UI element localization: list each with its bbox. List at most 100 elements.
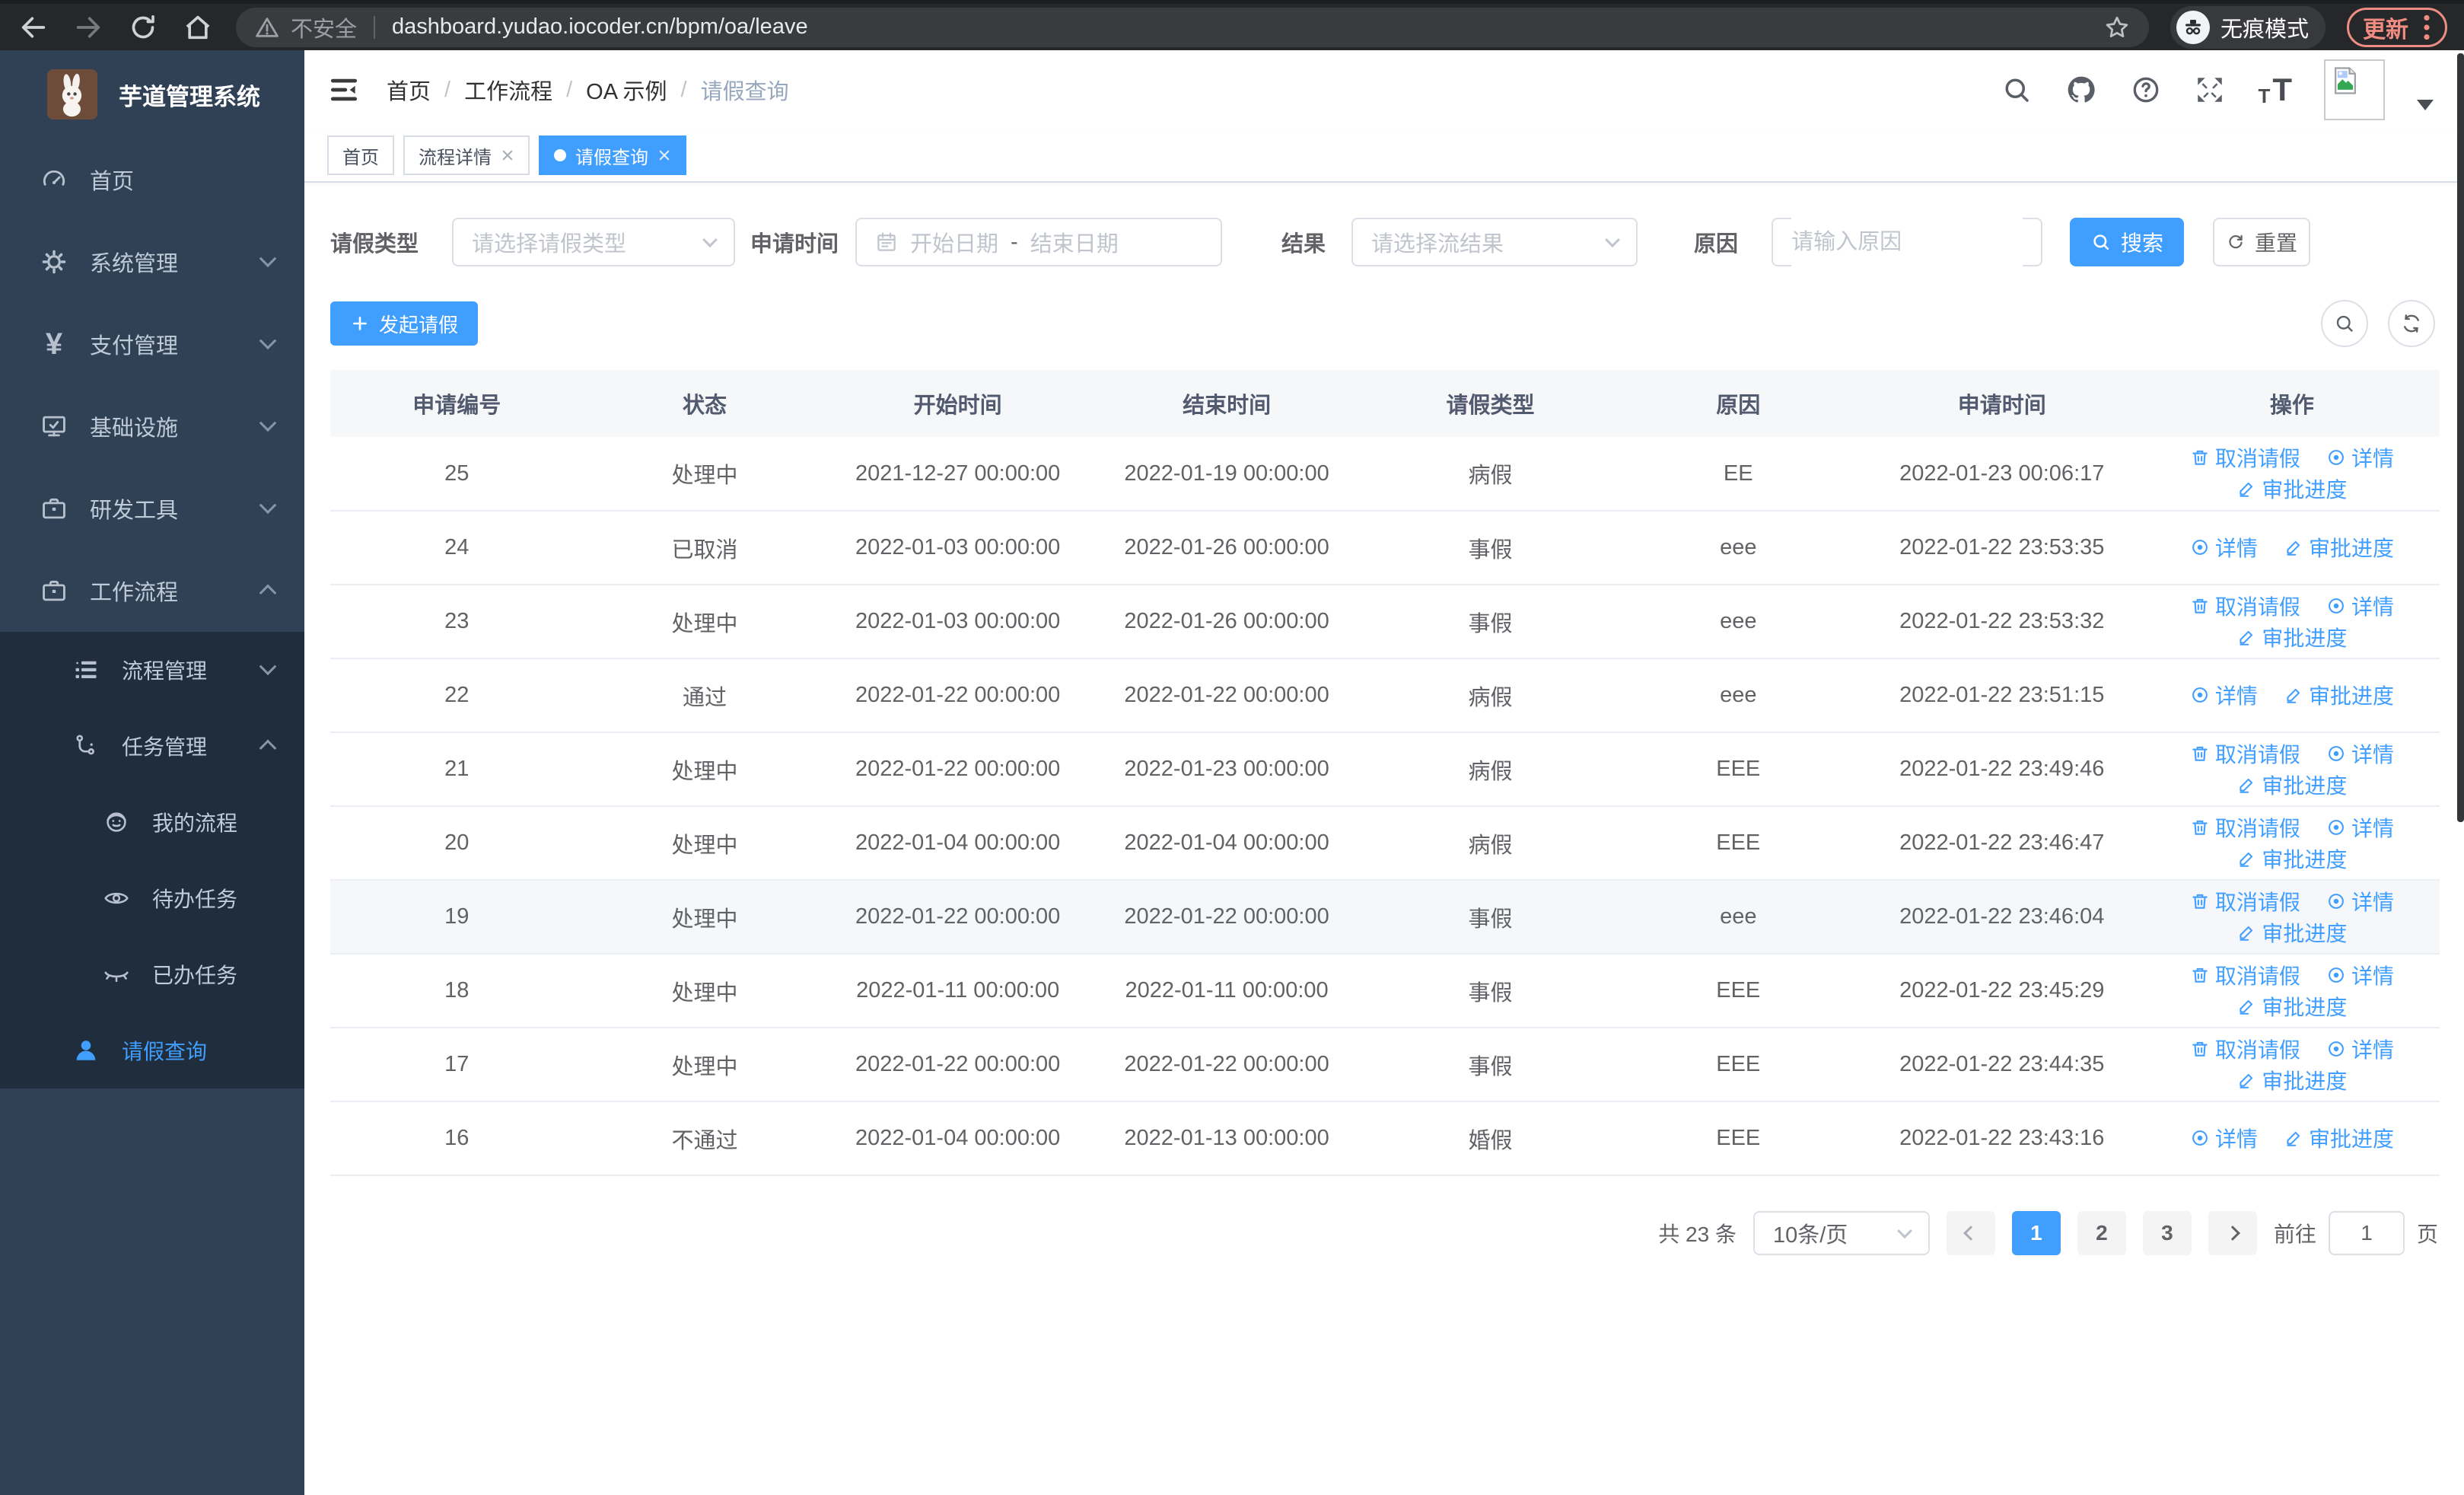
bookmark-star-icon[interactable]	[2103, 14, 2131, 41]
address-bar[interactable]: 不安全 dashboard.yudao.iocoder.cn/bpm/oa/le…	[236, 7, 2149, 47]
breadcrumb-workflow[interactable]: 工作流程	[464, 74, 552, 106]
reset-button[interactable]: 重置	[2213, 218, 2311, 266]
sidebar-item-done-tasks[interactable]: 已办任务	[0, 936, 304, 1012]
approval-progress-link[interactable]: 审批进度	[2236, 843, 2347, 874]
reload-icon[interactable]	[126, 11, 160, 44]
cancel-leave-link[interactable]: 取消请假	[2190, 591, 2300, 621]
cancel-leave-link[interactable]: 取消请假	[2190, 960, 2300, 990]
detail-link[interactable]: 详情	[2326, 738, 2394, 769]
cell-leave-type: 病假	[1364, 806, 1617, 881]
tag-home[interactable]: 首页	[327, 135, 394, 175]
sidebar-item-home[interactable]: 首页	[0, 139, 304, 221]
create-leave-button[interactable]: 发起请假	[330, 301, 479, 346]
search-button[interactable]: 搜索	[2070, 218, 2185, 266]
approval-progress-link[interactable]: 审批进度	[2236, 1065, 2347, 1095]
home-icon[interactable]	[181, 11, 215, 44]
toggle-search-button[interactable]	[2321, 300, 2368, 347]
detail-link[interactable]: 详情	[2326, 591, 2394, 621]
robot-face-icon	[100, 808, 132, 836]
approval-progress-link[interactable]: 审批进度	[2236, 473, 2347, 504]
forward-icon[interactable]	[72, 11, 105, 44]
cell-apply-time: 2022-01-22 23:46:47	[1859, 806, 2144, 881]
reason-input-box	[1772, 218, 2043, 266]
logo-row[interactable]: 芋道管理系统	[0, 50, 304, 139]
pen-icon	[2240, 1073, 2253, 1089]
detail-link[interactable]: 详情	[2326, 1034, 2394, 1064]
more-menu-icon[interactable]	[2422, 14, 2431, 41]
sidebar-item-process-mgmt[interactable]: 流程管理	[0, 632, 304, 708]
page-button-3[interactable]: 3	[2142, 1211, 2192, 1255]
hamburger-icon[interactable]	[327, 73, 361, 107]
page-button-2[interactable]: 2	[2077, 1211, 2126, 1255]
avatar[interactable]	[2324, 59, 2385, 120]
detail-link[interactable]: 详情	[2326, 442, 2394, 473]
reason-input[interactable]	[1791, 218, 2023, 266]
cell-actions: 取消请假 详情 审批进度	[2144, 806, 2440, 881]
update-button[interactable]: 更新	[2347, 7, 2447, 47]
cell-reason: EE	[1616, 437, 1860, 512]
sidebar-item-label: 待办任务	[152, 888, 238, 911]
tag-leave-query[interactable]: 请假查询	[539, 135, 686, 175]
tag-process-detail[interactable]: 流程详情	[403, 135, 530, 175]
sidebar-item-devtools[interactable]: 研发工具	[0, 467, 304, 550]
font-size-icon[interactable]: TT	[2258, 74, 2292, 107]
close-icon[interactable]	[501, 148, 514, 162]
next-page-button[interactable]	[2208, 1211, 2257, 1255]
cancel-leave-link[interactable]: 取消请假	[2190, 886, 2300, 916]
search-icon[interactable]	[2001, 74, 2033, 106]
page-button-1[interactable]: 1	[2011, 1211, 2061, 1255]
security-warning-icon[interactable]	[254, 14, 280, 40]
detail-link[interactable]: 详情	[2326, 812, 2394, 843]
sidebar-item-leave-query[interactable]: 请假查询	[0, 1012, 304, 1089]
approval-progress-link[interactable]: 审批进度	[2284, 532, 2394, 563]
detail-link[interactable]: 详情	[2190, 1123, 2258, 1153]
approval-progress-link[interactable]: 审批进度	[2236, 917, 2347, 948]
detail-link[interactable]: 详情	[2190, 680, 2258, 710]
leave-type-select[interactable]: 请选择请假类型	[452, 218, 736, 266]
apply-time-range-picker[interactable]: 开始日期 - 结束日期	[855, 218, 1223, 266]
detail-link[interactable]: 详情	[2190, 532, 2258, 563]
approval-progress-link[interactable]: 审批进度	[2236, 622, 2347, 652]
breadcrumb: 首页 / 工作流程 / OA 示例 / 请假查询	[387, 74, 789, 106]
cancel-leave-link[interactable]: 取消请假	[2190, 1034, 2300, 1064]
github-icon[interactable]	[2064, 73, 2098, 107]
start-date-placeholder[interactable]: 开始日期	[910, 226, 998, 258]
result-select[interactable]: 请选择流结果	[1351, 218, 1638, 266]
sidebar-item-task-mgmt[interactable]: 任务管理	[0, 708, 304, 784]
cancel-leave-link[interactable]: 取消请假	[2190, 442, 2300, 473]
approval-progress-link[interactable]: 审批进度	[2284, 680, 2394, 710]
cancel-leave-link[interactable]: 取消请假	[2190, 738, 2300, 769]
breadcrumb-oa-example[interactable]: OA 示例	[586, 74, 667, 106]
sidebar-item-infra[interactable]: 基础设施	[0, 385, 304, 467]
table-row: 22 通过 2022-01-22 00:00:00 2022-01-22 00:…	[330, 658, 2440, 733]
detail-link[interactable]: 详情	[2326, 886, 2394, 916]
cell-reason: EEE	[1616, 1101, 1860, 1176]
list-icon	[70, 656, 102, 684]
goto-page-input[interactable]	[2328, 1211, 2405, 1255]
back-icon[interactable]	[17, 11, 50, 44]
help-icon[interactable]	[2130, 74, 2162, 106]
sidebar-item-todo-tasks[interactable]: 待办任务	[0, 860, 304, 936]
sidebar-item-system[interactable]: 系统管理	[0, 221, 304, 303]
caret-down-icon[interactable]	[2417, 100, 2434, 110]
end-date-placeholder[interactable]: 结束日期	[1030, 226, 1119, 258]
fullscreen-icon[interactable]	[2194, 74, 2226, 106]
cell-apply-time: 2022-01-22 23:49:46	[1859, 732, 2144, 807]
sidebar-item-payment[interactable]: ¥ 支付管理	[0, 303, 304, 385]
cancel-leave-link[interactable]: 取消请假	[2190, 812, 2300, 843]
chevron-right-icon	[2225, 1226, 2240, 1241]
sidebar-item-workflow[interactable]: 工作流程	[0, 550, 304, 632]
breadcrumb-home[interactable]: 首页	[387, 74, 431, 106]
refresh-button[interactable]	[2388, 300, 2435, 347]
approval-progress-link[interactable]: 审批进度	[2236, 991, 2347, 1022]
close-icon[interactable]	[657, 148, 671, 162]
pen-icon	[2240, 778, 2253, 793]
page-size-select[interactable]: 10条/页	[1752, 1211, 1930, 1255]
prev-page-button[interactable]	[1946, 1211, 1995, 1255]
detail-link[interactable]: 详情	[2326, 960, 2394, 990]
approval-progress-link[interactable]: 审批进度	[2236, 770, 2347, 800]
url-text[interactable]: dashboard.yudao.iocoder.cn/bpm/oa/leave	[392, 14, 808, 40]
approval-progress-link[interactable]: 审批进度	[2284, 1123, 2394, 1153]
scrollbar-thumb[interactable]	[2457, 53, 2464, 822]
sidebar-item-my-process[interactable]: 我的流程	[0, 784, 304, 860]
